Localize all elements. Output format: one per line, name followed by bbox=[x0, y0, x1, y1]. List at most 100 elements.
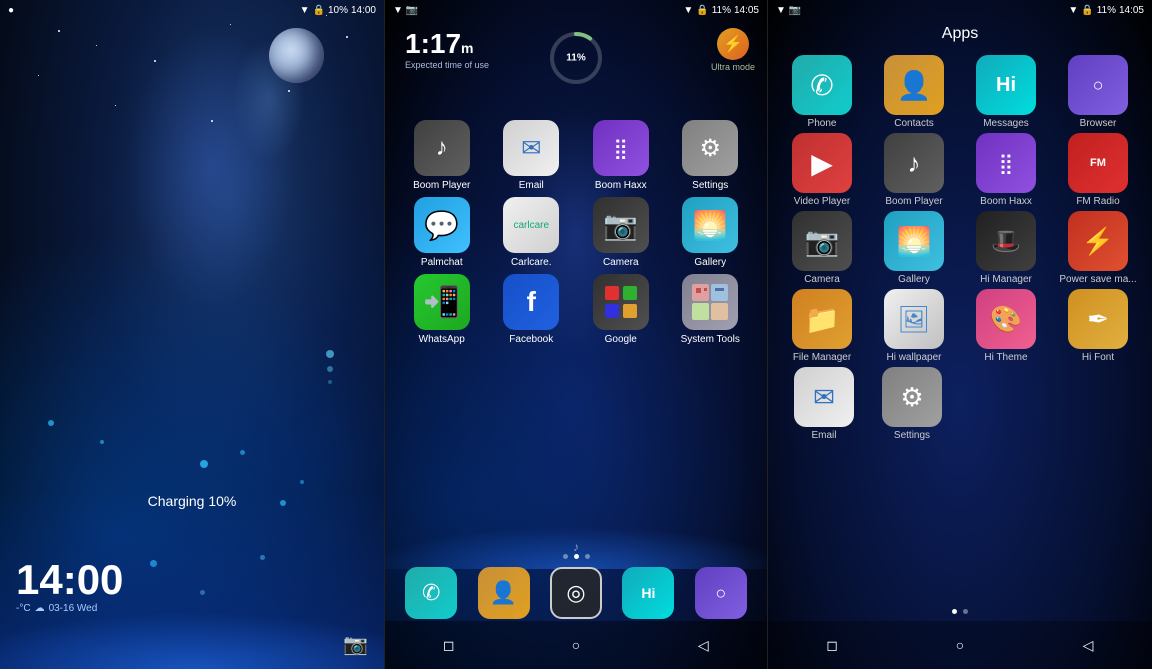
app-boomhaxx[interactable]: ⣿ Boom Haxx bbox=[585, 120, 657, 191]
time-sub: -°C ☁ 03-16 Wed bbox=[16, 603, 123, 614]
app-settings[interactable]: ⚙ Settings bbox=[674, 120, 746, 191]
palmchat-label: Palmchat bbox=[421, 257, 463, 268]
filemanager-icon: 📁 bbox=[792, 289, 852, 349]
phone-icon: ✆ bbox=[792, 55, 852, 115]
lock-icon: 🔒 bbox=[696, 5, 708, 16]
page-dot-2[interactable] bbox=[963, 609, 968, 614]
nav-recent[interactable]: ◁ bbox=[1074, 631, 1102, 659]
app-hiwallpaper[interactable]: 🖼 Hi wallpaper bbox=[874, 289, 954, 363]
powersave-icon: ⚡ bbox=[1068, 211, 1128, 271]
battery-pct: 11% bbox=[712, 5, 731, 16]
apps-row-2: ▶ Video Player ♪ Boom Player ⣿ Boom Haxx… bbox=[776, 133, 1144, 207]
app-videoplayer[interactable]: ▶ Video Player bbox=[782, 133, 862, 207]
app-settings[interactable]: ⚙ Settings bbox=[872, 367, 952, 441]
hiwallpaper-label: Hi wallpaper bbox=[886, 352, 941, 363]
email-icon: ✉ bbox=[503, 120, 559, 176]
page-dot-1[interactable] bbox=[563, 554, 568, 559]
page-dot-1[interactable] bbox=[952, 609, 957, 614]
nav-back[interactable]: ◻ bbox=[435, 631, 463, 659]
app-gallery[interactable]: 🌅 Gallery bbox=[674, 197, 746, 268]
browser-label: Browser bbox=[1080, 118, 1117, 129]
dock-target[interactable]: ◎ bbox=[550, 567, 602, 619]
status-bar: ▼ 📷 ▼ 🔒 11% 14:05 bbox=[768, 0, 1152, 20]
page-dots bbox=[768, 609, 1152, 614]
email-label: Email bbox=[811, 430, 836, 441]
apps-row-5: ✉ Email ⚙ Settings bbox=[776, 367, 1144, 441]
dock-browser[interactable]: ○ bbox=[695, 567, 747, 619]
page-dot-3[interactable] bbox=[585, 554, 590, 559]
ultra-icon: ⚡ bbox=[717, 28, 749, 60]
app-boomplayer[interactable]: ♪ Boom Player bbox=[874, 133, 954, 207]
app-camera[interactable]: 📷 Camera bbox=[782, 211, 862, 285]
nav-back[interactable]: ◻ bbox=[818, 631, 846, 659]
stars-decoration bbox=[0, 0, 384, 300]
fmradio-label: FM Radio bbox=[1076, 196, 1119, 207]
lockscreen-panel: ● ▼ 🔒 10% 14:00 Charging 10% 14:00 -°C ☁… bbox=[0, 0, 384, 669]
nav-recent[interactable]: ◁ bbox=[689, 631, 717, 659]
dock-hi[interactable]: Hi bbox=[622, 567, 674, 619]
app-browser[interactable]: ○ Browser bbox=[1058, 55, 1138, 129]
facebook-icon: f bbox=[503, 274, 559, 330]
app-camera[interactable]: 📷 Camera bbox=[585, 197, 657, 268]
status-right: ▼ 🔒 10% 14:00 bbox=[300, 5, 376, 16]
hitheme-label: Hi Theme bbox=[984, 352, 1027, 363]
page-title: Apps bbox=[768, 25, 1152, 43]
temp: -°C bbox=[16, 603, 31, 614]
app-facebook[interactable]: f Facebook bbox=[495, 274, 567, 345]
app-contacts[interactable]: 👤 Contacts bbox=[874, 55, 954, 129]
app-filemanager[interactable]: 📁 File Manager bbox=[782, 289, 862, 363]
music-note-icon: ♪ bbox=[573, 540, 579, 554]
camera-shortcut[interactable]: 📷 bbox=[343, 632, 368, 657]
carrier-icon: ▼ bbox=[776, 5, 786, 16]
dot-3 bbox=[328, 380, 332, 384]
page-dot-2[interactable] bbox=[574, 554, 579, 559]
time-status: 14:00 bbox=[351, 5, 376, 16]
app-fmradio[interactable]: FM FM Radio bbox=[1058, 133, 1138, 207]
app-boom-player[interactable]: ♪ Boom Player bbox=[406, 120, 478, 191]
boomhaxx-icon: ⣿ bbox=[593, 120, 649, 176]
app-carlcare[interactable]: carlcare Carlcare. bbox=[495, 197, 567, 268]
app-whatsapp[interactable]: 📲 WhatsApp bbox=[406, 274, 478, 345]
whatsapp-label: WhatsApp bbox=[419, 334, 465, 345]
app-email[interactable]: ✉ Email bbox=[784, 367, 864, 441]
nav-home[interactable]: ○ bbox=[946, 631, 974, 659]
dock-phone[interactable]: ✆ bbox=[405, 567, 457, 619]
app-systemtools[interactable]: System Tools bbox=[674, 274, 746, 345]
signal-icon: ▼ bbox=[683, 5, 693, 16]
moon-decoration bbox=[269, 28, 324, 83]
dot-2 bbox=[327, 366, 333, 372]
hiwallpaper-icon: 🖼 bbox=[884, 289, 944, 349]
app-himanager[interactable]: 🎩 Hi Manager bbox=[966, 211, 1046, 285]
app-messages[interactable]: Hi Messages bbox=[966, 55, 1046, 129]
boomhaxx-label: Boom Haxx bbox=[595, 180, 647, 191]
dock: ✆ 👤 ◎ Hi ○ bbox=[385, 567, 767, 619]
accent-dot bbox=[100, 440, 104, 444]
app-powersave[interactable]: ⚡ Power save ma... bbox=[1058, 211, 1138, 285]
apps-grid: ♪ Boom Player ✉ Email ⣿ Boom Haxx ⚙ Sett… bbox=[397, 120, 755, 351]
battery-circle: 11% bbox=[546, 28, 606, 88]
app-email[interactable]: ✉ Email bbox=[495, 120, 567, 191]
dock-contacts[interactable]: 👤 bbox=[478, 567, 530, 619]
app-phone[interactable]: ✆ Phone bbox=[782, 55, 862, 129]
carlcare-icon: carlcare bbox=[503, 197, 559, 253]
ultra-mode-widget[interactable]: ⚡ Ultra mode bbox=[711, 28, 755, 72]
app-boomhaxx[interactable]: ⣿ Boom Haxx bbox=[966, 133, 1046, 207]
contacts-label: Contacts bbox=[894, 118, 933, 129]
status-left: ● bbox=[8, 5, 14, 16]
messages-icon: Hi bbox=[976, 55, 1036, 115]
app-hifont[interactable]: ✒ Hi Font bbox=[1058, 289, 1138, 363]
app-hitheme[interactable]: 🎨 Hi Theme bbox=[966, 289, 1046, 363]
phone-label: Phone bbox=[808, 118, 837, 129]
nav-home[interactable]: ○ bbox=[562, 631, 590, 659]
browser-icon: ○ bbox=[1068, 55, 1128, 115]
time-status: 14:05 bbox=[1119, 5, 1144, 16]
boomhaxx-label: Boom Haxx bbox=[980, 196, 1032, 207]
dots-decoration bbox=[326, 350, 334, 384]
accent-dot bbox=[300, 480, 304, 484]
app-gallery[interactable]: 🌅 Gallery bbox=[874, 211, 954, 285]
app-palmchat[interactable]: 💬 Palmchat bbox=[406, 197, 478, 268]
dot-1 bbox=[326, 350, 334, 358]
status-bar: ● ▼ 🔒 10% 14:00 bbox=[0, 0, 384, 20]
app-google[interactable]: Google bbox=[585, 274, 657, 345]
video-icon: ▶ bbox=[792, 133, 852, 193]
